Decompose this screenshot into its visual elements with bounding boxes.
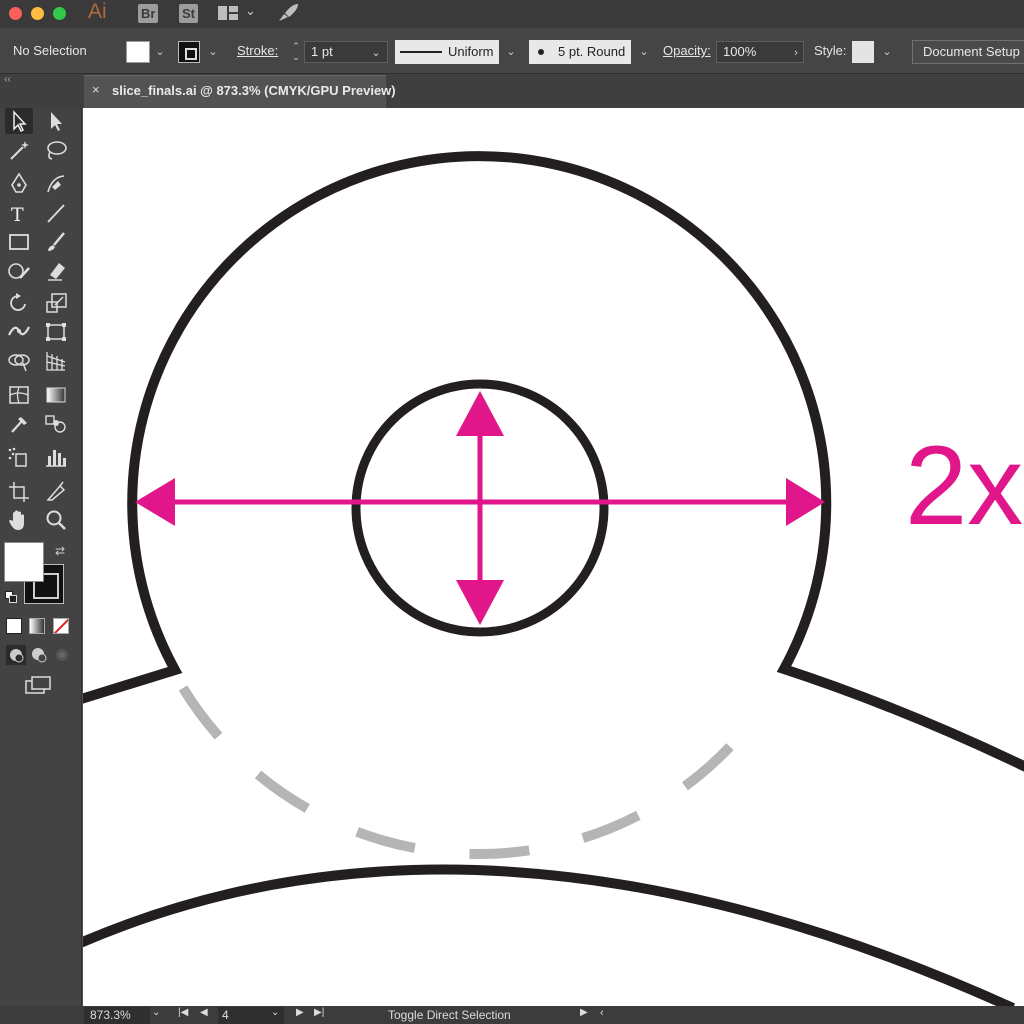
brush-label: 5 pt. Round xyxy=(558,44,626,59)
stroke-stepper-icon[interactable]: ⌃ ⌄ xyxy=(286,41,306,63)
brush-definition[interactable]: 5 pt. Round xyxy=(529,40,631,64)
title-bar: Ai Br St ⌄ xyxy=(0,0,1024,28)
zoom-level-field[interactable]: 873.3% xyxy=(84,1007,150,1024)
artboard-tool-icon[interactable] xyxy=(5,478,33,504)
last-artboard-icon[interactable]: ▶| xyxy=(314,1007,324,1018)
arrowhead-left xyxy=(135,478,175,526)
brush-dropdown-icon[interactable]: ⌄ xyxy=(634,41,654,63)
opacity-arrow-icon[interactable]: › xyxy=(786,42,806,64)
control-bar: No Selection ⌄ ⌄ Stroke: ⌃ ⌄ 1 pt ⌄ Unifo… xyxy=(0,28,1024,74)
profile-dropdown-icon[interactable]: ⌄ xyxy=(501,41,521,63)
window-minimize-button[interactable] xyxy=(31,7,44,20)
default-fill-stroke-icon[interactable] xyxy=(5,591,17,603)
draw-inside-icon[interactable] xyxy=(52,645,72,665)
brush-dot-icon xyxy=(538,49,544,55)
mesh-tool-icon[interactable] xyxy=(5,382,33,408)
selection-tool-icon[interactable] xyxy=(5,108,33,134)
dashed-guide-arc xyxy=(178,685,757,859)
artboard-canvas[interactable]: 2x xyxy=(83,108,1024,1006)
none-mode-button[interactable] xyxy=(53,618,69,634)
opacity-label[interactable]: Opacity: xyxy=(663,28,711,74)
style-label: Style: xyxy=(814,43,847,58)
fill-swatch[interactable] xyxy=(126,41,150,63)
workspace-layout-icon[interactable] xyxy=(217,5,239,21)
status-text[interactable]: Toggle Direct Selection xyxy=(388,1008,511,1022)
svg-text:T: T xyxy=(11,204,24,226)
arrowhead-right xyxy=(786,478,825,526)
collapse-panel-icon[interactable]: ‹‹ xyxy=(4,74,11,85)
stroke-label[interactable]: Stroke: xyxy=(237,28,278,74)
document-setup-button[interactable]: Document Setup xyxy=(912,40,1024,64)
variable-width-profile[interactable]: Uniform xyxy=(395,40,499,64)
free-transform-tool-icon[interactable] xyxy=(42,319,70,345)
rectangle-tool-icon[interactable] xyxy=(5,229,33,255)
artwork xyxy=(83,151,1024,1006)
blend-tool-icon[interactable] xyxy=(42,411,70,437)
swap-fill-stroke-icon[interactable]: ⇄ xyxy=(55,544,65,558)
artboard-dropdown-icon[interactable]: ⌄ xyxy=(271,1007,279,1018)
scale-tool-icon[interactable] xyxy=(42,290,70,316)
document-tab[interactable]: × slice_finals.ai @ 873.3% (CMYK/GPU Pre… xyxy=(84,75,396,108)
gradient-mode-button[interactable] xyxy=(29,618,45,634)
chevron-down-icon[interactable]: ⌄ xyxy=(245,3,256,19)
arrowhead-up xyxy=(456,391,504,436)
slice-tool-icon[interactable] xyxy=(42,478,70,504)
style-dropdown-icon[interactable]: ⌄ xyxy=(877,41,897,63)
app-logo: Ai xyxy=(88,0,107,23)
head-outline xyxy=(83,151,1024,772)
stroke-weight-dropdown-icon[interactable]: ⌄ xyxy=(366,42,386,64)
document-tab-title: slice_finals.ai @ 873.3% (CMYK/GPU Previ… xyxy=(112,83,396,98)
column-graph-tool-icon[interactable] xyxy=(42,444,70,470)
shape-builder-tool-icon[interactable] xyxy=(5,348,33,374)
gpu-performance-icon[interactable] xyxy=(276,2,300,24)
paintbrush-tool-icon[interactable] xyxy=(42,229,70,255)
eyedropper-tool-icon[interactable] xyxy=(5,411,33,437)
gradient-tool-icon[interactable] xyxy=(42,382,70,408)
symbol-sprayer-tool-icon[interactable] xyxy=(5,444,33,470)
profile-label: Uniform xyxy=(448,44,494,59)
magic-wand-tool-icon[interactable] xyxy=(5,137,33,163)
shaper-tool-icon[interactable] xyxy=(5,258,33,284)
close-icon[interactable]: × xyxy=(92,82,100,97)
zoom-tool-icon[interactable] xyxy=(42,507,70,533)
rotate-tool-icon[interactable] xyxy=(5,290,33,316)
eraser-tool-icon[interactable] xyxy=(42,258,70,284)
previous-artboard-icon[interactable]: ◀ xyxy=(200,1007,208,1018)
status-menu-icon[interactable]: ▶ xyxy=(580,1007,588,1018)
next-artboard-icon[interactable]: ▶ xyxy=(296,1007,304,1018)
scroll-left-icon[interactable]: ‹ xyxy=(600,1007,604,1019)
stock-button[interactable]: St xyxy=(179,4,198,23)
direct-selection-tool-icon[interactable] xyxy=(42,108,70,134)
hand-tool-icon[interactable] xyxy=(5,507,33,533)
draw-behind-icon[interactable] xyxy=(29,645,49,665)
lasso-tool-icon[interactable] xyxy=(42,137,70,163)
document-tab-bar: ‹‹ × slice_finals.ai @ 873.3% (CMYK/GPU … xyxy=(0,74,1024,108)
tools-panel: T ⇄ xyxy=(0,108,82,1006)
curvature-tool-icon[interactable] xyxy=(42,171,70,197)
fill-color-box[interactable] xyxy=(4,542,44,582)
type-tool-icon[interactable]: T xyxy=(5,200,33,226)
bridge-button[interactable]: Br xyxy=(138,4,159,23)
screen-mode-icon[interactable] xyxy=(24,675,52,697)
scale-annotation: 2x xyxy=(905,423,1024,548)
pen-tool-icon[interactable] xyxy=(5,171,33,197)
width-tool-icon[interactable] xyxy=(5,319,33,345)
perspective-grid-tool-icon[interactable] xyxy=(42,348,70,374)
zoom-dropdown-icon[interactable]: ⌄ xyxy=(152,1007,160,1018)
fill-dropdown-icon[interactable]: ⌄ xyxy=(150,41,170,63)
stroke-swatch[interactable] xyxy=(178,41,200,63)
first-artboard-icon[interactable]: |◀ xyxy=(178,1007,188,1018)
uniform-stroke-preview xyxy=(400,51,442,53)
line-segment-tool-icon[interactable] xyxy=(42,200,70,226)
selection-status: No Selection xyxy=(13,43,87,58)
draw-normal-icon[interactable] xyxy=(6,645,26,665)
color-mode-button[interactable] xyxy=(6,618,22,634)
lower-body-outline xyxy=(83,864,1016,1006)
arrowhead-down xyxy=(456,580,504,625)
status-bar: 873.3% ⌄ |◀ ◀ 4 ⌄ ▶ ▶| Toggle Direct Sel… xyxy=(0,1006,1024,1024)
window-zoom-button[interactable] xyxy=(53,7,66,20)
graphic-style-swatch[interactable] xyxy=(852,41,874,63)
window-close-button[interactable] xyxy=(9,7,22,20)
stroke-dropdown-icon[interactable]: ⌄ xyxy=(203,41,223,63)
